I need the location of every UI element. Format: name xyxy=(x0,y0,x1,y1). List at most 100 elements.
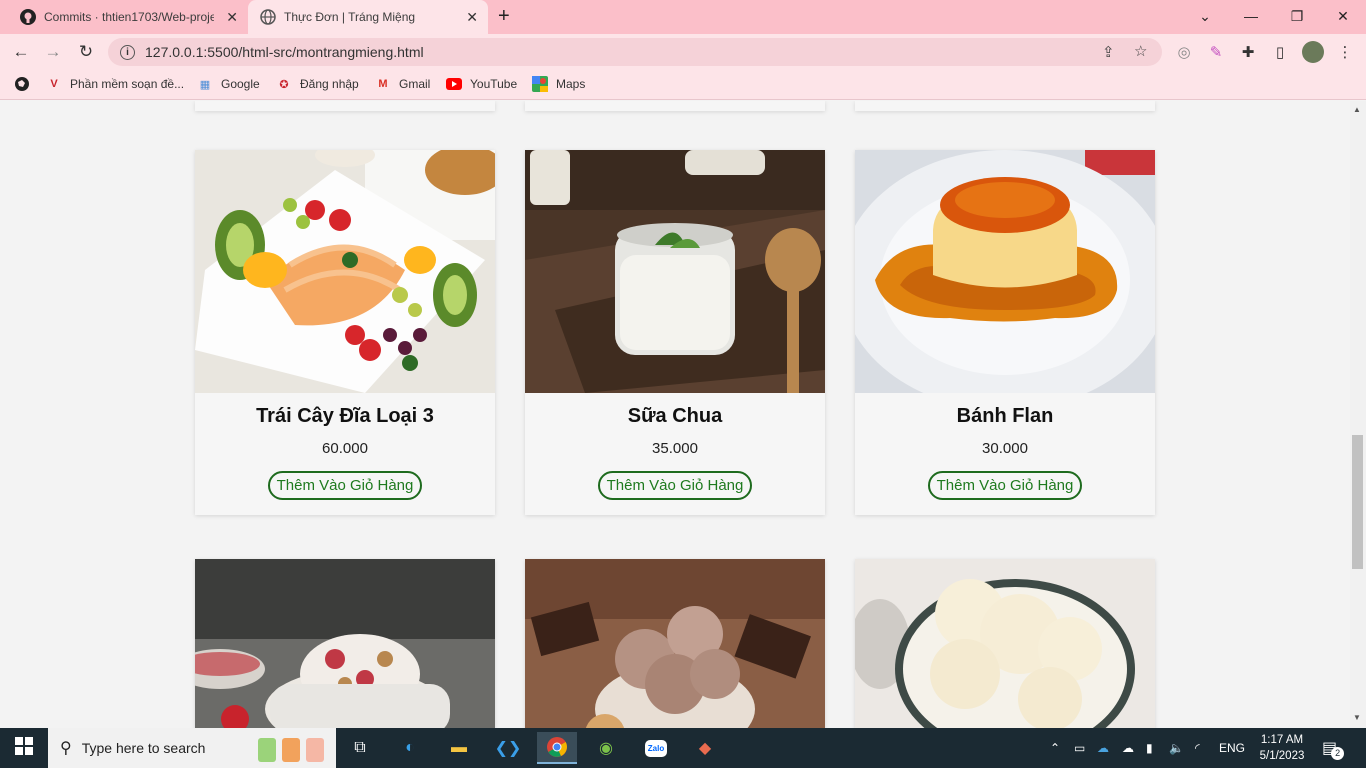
profile-avatar-icon[interactable] xyxy=(1302,41,1324,63)
clock-date: 5/1/2023 xyxy=(1259,750,1305,762)
windows-logo-icon xyxy=(15,736,33,760)
product-name: Sữa Chua xyxy=(627,405,723,427)
scroll-down-arrow-icon[interactable]: ▼ xyxy=(1353,713,1361,722)
bookmark-label: Đăng nhập xyxy=(300,77,359,91)
coc-coc-icon[interactable]: ◉ xyxy=(586,732,626,764)
search-placeholder: Type here to search xyxy=(81,740,206,756)
show-hidden-icons[interactable]: ⌃ xyxy=(1050,728,1060,768)
bookmark-google[interactable]: ▦ Google xyxy=(197,76,260,92)
taskbar-search-box[interactable]: ⚲ Type here to search xyxy=(48,728,336,768)
clock-time: 1:17 AM xyxy=(1260,734,1304,746)
zalo-icon[interactable]: Zalo xyxy=(636,732,676,764)
product-name: Trái Cây Đĩa Loại 3 xyxy=(256,405,434,427)
network-cloud-icon[interactable]: ☁ xyxy=(1122,728,1134,768)
tab-commits[interactable]: Commits · thtien1703/Web-proje ✕ xyxy=(8,0,248,34)
github-icon xyxy=(20,9,36,25)
minimize-icon[interactable]: — xyxy=(1228,0,1274,32)
scrollbar-thumb[interactable] xyxy=(1352,435,1363,569)
strawberry-ice-cream-image xyxy=(195,559,495,728)
product-card: Sữa Chua 35.000 Thêm Vào Giỏ Hàng xyxy=(525,150,825,515)
wifi-icon[interactable]: ◜ xyxy=(1195,728,1200,768)
device-icon[interactable]: ▭ xyxy=(1074,728,1085,768)
previous-card-bottom xyxy=(855,101,1155,111)
previous-card-bottom xyxy=(525,101,825,111)
clock[interactable]: 1:17 AM 5/1/2023 xyxy=(1252,732,1312,764)
login-icon: ✪ xyxy=(279,78,289,91)
bookmark-label: Phần mềm soạn đề... xyxy=(70,77,185,91)
restore-icon[interactable]: ❐ xyxy=(1274,0,1320,32)
bookmark-gmail[interactable]: M Gmail xyxy=(375,76,430,92)
notification-count: 2 xyxy=(1331,746,1345,760)
url-text: 127.0.0.1:5500/html-src/montrangmieng.ht… xyxy=(145,44,424,60)
bookmark-star-icon[interactable]: ☆ xyxy=(1134,42,1147,60)
globe-icon xyxy=(260,9,276,25)
flan-image xyxy=(855,150,1155,393)
bookmark-label: Google xyxy=(221,77,260,91)
back-icon[interactable]: ← xyxy=(9,40,33,64)
search-icon: ⚲ xyxy=(60,740,72,757)
tab-search-chevron-icon[interactable]: ⌄ xyxy=(1182,0,1228,32)
start-button[interactable] xyxy=(0,728,48,768)
fruit-platter-image xyxy=(195,150,495,393)
git-app-icon[interactable]: ◆ xyxy=(685,732,725,764)
bookmark-phan-mem[interactable]: V Phần mềm soạn đề... xyxy=(46,76,184,92)
bookmark-maps[interactable]: Maps xyxy=(532,76,585,92)
site-info-icon[interactable]: i xyxy=(120,44,135,60)
compass-extension-icon[interactable]: ◎ xyxy=(1175,43,1193,61)
product-card: Bánh Flan 30.000 Thêm Vào Giỏ Hàng xyxy=(855,150,1155,515)
file-explorer-icon[interactable]: ▬ xyxy=(439,732,479,764)
v-logo-icon: V xyxy=(50,78,58,90)
tab-thuc-don[interactable]: Thực Đơn | Tráng Miệng ✕ xyxy=(248,0,488,34)
close-tab-icon[interactable]: ✕ xyxy=(226,9,238,26)
browser-toolbar: ← → ↻ i 127.0.0.1:5500/html-src/montrang… xyxy=(0,34,1366,70)
google-icon: ▦ xyxy=(199,78,211,91)
chocolate-ice-cream-image xyxy=(525,559,825,728)
battery-icon[interactable]: ▮ xyxy=(1146,728,1153,768)
address-bar[interactable]: i 127.0.0.1:5500/html-src/montrangmieng.… xyxy=(108,38,1162,66)
forward-icon[interactable]: → xyxy=(41,40,65,64)
task-view-icon[interactable]: ⧉ xyxy=(340,732,380,764)
bubble-tea-icon xyxy=(258,732,328,767)
vanilla-ice-cream-image xyxy=(855,559,1155,728)
bookmark-youtube[interactable]: YouTube xyxy=(446,76,517,92)
previous-card-bottom xyxy=(195,101,495,111)
maps-icon xyxy=(532,76,548,92)
bookmark-label: Gmail xyxy=(399,77,431,91)
share-icon[interactable]: ⇪ xyxy=(1102,43,1115,61)
tab-strip: Commits · thtien1703/Web-proje ✕ Thực Đơ… xyxy=(0,0,1366,34)
color-picker-extension-icon[interactable]: ✎ xyxy=(1207,43,1225,61)
onedrive-icon[interactable]: ☁ xyxy=(1097,728,1109,768)
notification-center-icon[interactable]: ▤ 2 xyxy=(1322,728,1345,768)
product-name: Bánh Flan xyxy=(956,405,1054,427)
bookmark-dang-nhap[interactable]: ✪ Đăng nhập xyxy=(276,76,359,92)
product-card xyxy=(195,559,495,728)
edge-icon[interactable]: ◐ xyxy=(390,732,430,764)
tab-title: Thực Đơn | Tráng Miệng xyxy=(284,10,416,24)
scroll-up-arrow-icon[interactable]: ▲ xyxy=(1353,105,1361,114)
product-card xyxy=(525,559,825,728)
tab-title: Commits · thtien1703/Web-proje xyxy=(44,10,214,24)
add-to-cart-button[interactable]: Thêm Vào Giỏ Hàng xyxy=(927,471,1083,500)
add-to-cart-button[interactable]: Thêm Vào Giỏ Hàng xyxy=(267,471,423,500)
chrome-icon[interactable] xyxy=(537,732,577,764)
yogurt-image xyxy=(525,150,825,393)
close-window-icon[interactable]: ✕ xyxy=(1320,0,1366,32)
product-card: Trái Cây Đĩa Loại 3 60.000 Thêm Vào Giỏ … xyxy=(195,150,495,515)
vscode-icon[interactable]: ❮❯ xyxy=(488,732,528,764)
volume-icon[interactable]: 🔈 xyxy=(1169,728,1184,768)
menu-kebab-icon[interactable]: ⋮ xyxy=(1336,43,1354,61)
language-indicator[interactable]: ENG xyxy=(1219,728,1245,768)
close-tab-icon[interactable]: ✕ xyxy=(466,9,478,26)
side-panel-icon[interactable]: ▯ xyxy=(1271,43,1289,61)
product-price: 35.000 xyxy=(652,440,698,457)
gmail-icon: M xyxy=(378,78,388,90)
page-scrollbar[interactable]: ▲ ▼ xyxy=(1350,101,1366,728)
globe-bookmark-icon[interactable] xyxy=(14,76,30,92)
bookmark-label: Maps xyxy=(556,77,586,91)
reload-icon[interactable]: ↻ xyxy=(74,40,98,64)
bookmark-label: YouTube xyxy=(470,77,518,91)
add-to-cart-button[interactable]: Thêm Vào Giỏ Hàng xyxy=(597,471,753,500)
extensions-puzzle-icon[interactable]: ✚ xyxy=(1239,43,1257,61)
new-tab-icon[interactable]: + xyxy=(498,5,510,28)
page-viewport: Trái Cây Đĩa Loại 3 60.000 Thêm Vào Giỏ … xyxy=(0,101,1350,728)
